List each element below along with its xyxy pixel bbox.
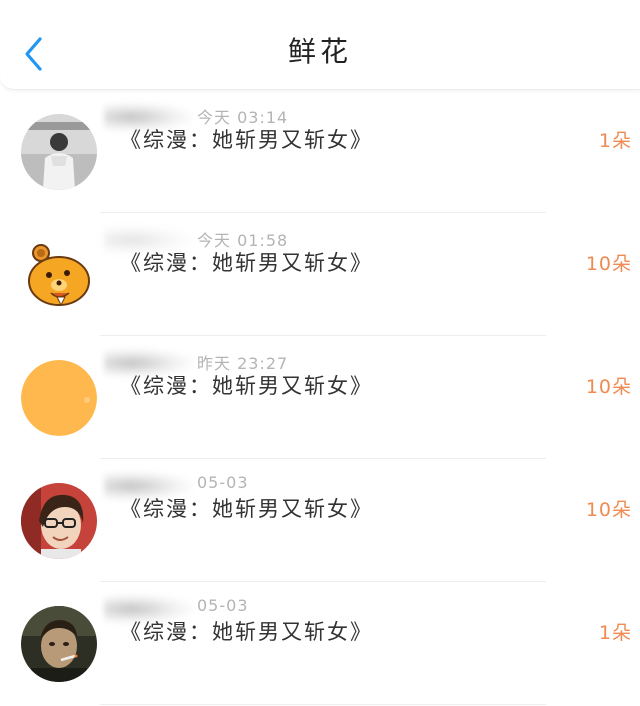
woman-with-glasses-avatar <box>21 483 97 559</box>
page-title: 鲜花 <box>287 35 352 68</box>
flower-count: 10朵 <box>585 499 632 521</box>
flower-list: 今天 03:14 《综漫：她斩男又斩女》 1朵 今天 01:58 《综漫：她斩男… <box>0 90 640 705</box>
orange-circle-avatar <box>21 360 97 436</box>
list-item[interactable]: 05-03 《综漫：她斩男又斩女》 1朵 <box>0 582 640 705</box>
divider <box>100 704 546 705</box>
cartoon-bear-avatar <box>21 237 97 313</box>
list-item[interactable]: 今天 01:58 《综漫：她斩男又斩女》 10朵 <box>0 213 640 336</box>
flower-count: 10朵 <box>585 253 632 275</box>
timestamp: 05-03 <box>197 473 249 492</box>
book-title: 《综漫：她斩男又斩女》 <box>120 251 373 275</box>
man-smoking-avatar <box>21 606 97 682</box>
list-item[interactable]: 今天 03:14 《综漫：她斩男又斩女》 1朵 <box>0 90 640 213</box>
flower-count: 10朵 <box>585 376 632 398</box>
list-item[interactable]: 05-03 《综漫：她斩男又斩女》 10朵 <box>0 459 640 582</box>
flower-count: 1朵 <box>598 622 632 644</box>
avatar[interactable] <box>21 606 97 682</box>
avatar[interactable] <box>21 114 97 190</box>
book-title: 《综漫：她斩男又斩女》 <box>120 374 373 398</box>
avatar[interactable] <box>21 483 97 559</box>
book-title: 《综漫：她斩男又斩女》 <box>120 620 373 644</box>
avatar[interactable] <box>21 360 97 436</box>
list-item[interactable]: 昨天 23:27 《综漫：她斩男又斩女》 10朵 <box>0 336 640 459</box>
grayscale-photo-avatar <box>21 114 97 190</box>
flower-count: 1朵 <box>598 130 632 152</box>
header-bar: 鲜花 <box>0 0 640 90</box>
avatar[interactable] <box>21 237 97 313</box>
book-title: 《综漫：她斩男又斩女》 <box>120 497 373 521</box>
book-title: 《综漫：她斩男又斩女》 <box>120 128 373 152</box>
timestamp: 05-03 <box>197 596 249 615</box>
